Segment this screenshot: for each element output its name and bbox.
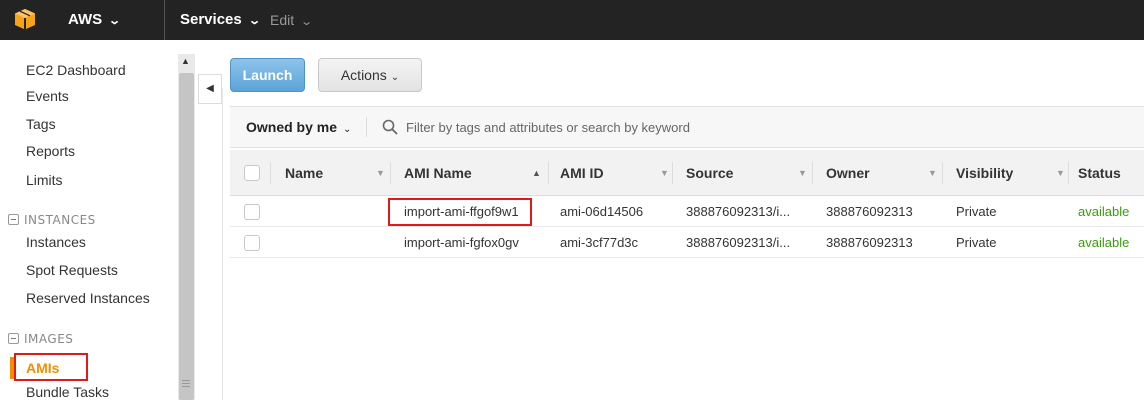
column-separator (812, 162, 813, 184)
column-header-ami-name[interactable]: AMI Name (404, 150, 472, 196)
sidebar-item-tags[interactable]: Tags (26, 116, 56, 132)
sidebar-section-instances[interactable]: INSTANCES (8, 213, 96, 227)
scroll-up-arrow-icon[interactable]: ▲ (181, 56, 190, 66)
sort-icon[interactable]: ▼ (1056, 150, 1065, 196)
sidebar-scrollbar-thumb[interactable] (179, 73, 194, 400)
collapse-icon (8, 333, 19, 344)
sidebar-item-instances[interactable]: Instances (26, 234, 86, 250)
row-checkbox[interactable] (244, 204, 260, 220)
edit-menu-label: Edit (270, 12, 295, 28)
column-header-name[interactable]: Name (285, 150, 323, 196)
cell-ami-id: ami-06d14506 (560, 204, 644, 219)
chevron-left-icon: ◀ (206, 83, 214, 94)
filter-separator (366, 117, 367, 137)
collapse-icon (8, 214, 19, 225)
cell-status: available (1078, 235, 1130, 250)
column-header-visibility[interactable]: Visibility (956, 150, 1013, 196)
sort-icon[interactable]: ▼ (660, 150, 669, 196)
column-separator (390, 162, 391, 184)
launch-button[interactable]: Launch (230, 58, 305, 92)
collapse-sidebar-button[interactable]: ◀ (198, 74, 222, 104)
aws-menu-label: AWS (68, 11, 103, 28)
column-header-source[interactable]: Source (686, 150, 733, 196)
aws-cube-icon[interactable] (14, 8, 36, 30)
services-menu[interactable]: Services ⌄ (180, 0, 261, 40)
cell-status: available (1078, 204, 1130, 219)
sidebar-section-images[interactable]: IMAGES (8, 332, 73, 346)
column-header-owner[interactable]: Owner (826, 150, 870, 196)
column-separator (1068, 162, 1069, 184)
select-all-checkbox[interactable] (244, 165, 260, 181)
column-separator (672, 162, 673, 184)
sidebar: EC2 Dashboard Events Tags Reports Limits… (0, 40, 180, 400)
sidebar-item-spot-requests[interactable]: Spot Requests (26, 262, 118, 278)
column-separator (548, 162, 549, 184)
actions-button-label: Actions (340, 67, 387, 83)
services-menu-label: Services (180, 11, 242, 28)
cell-visibility: Private (956, 204, 997, 219)
top-navigation-bar: AWS ⌄ Services ⌄ Edit ⌄ (0, 0, 1144, 40)
table-row[interactable]: import-ami-ffgof9w1 ami-06d14506 3888760… (230, 197, 1144, 227)
sort-icon[interactable]: ▼ (928, 150, 937, 196)
edit-menu[interactable]: Edit ⌄ (270, 0, 314, 40)
sidebar-section-label: INSTANCES (24, 213, 96, 227)
table-row[interactable]: import-ami-fgfox0gv ami-3cf77d3c 3888760… (230, 228, 1144, 258)
highlight-box-ami-name (388, 198, 532, 226)
chevron-down-icon: ⌄ (390, 72, 400, 83)
sort-ascending-icon[interactable]: ▲ (532, 150, 541, 196)
aws-menu[interactable]: AWS ⌄ (68, 0, 122, 40)
sidebar-item-reports[interactable]: Reports (26, 143, 75, 159)
column-separator (270, 162, 271, 184)
sidebar-item-reserved-instances[interactable]: Reserved Instances (26, 290, 150, 306)
sidebar-item-limits[interactable]: Limits (26, 172, 63, 188)
cell-visibility: Private (956, 235, 997, 250)
cell-owner: 388876092313 (826, 204, 913, 219)
sort-icon[interactable]: ▼ (798, 150, 807, 196)
row-checkbox[interactable] (244, 235, 260, 251)
sidebar-item-events[interactable]: Events (26, 88, 69, 104)
column-header-ami-id[interactable]: AMI ID (560, 150, 604, 196)
owner-filter-dropdown[interactable]: Owned by me ⌄ (246, 107, 351, 147)
highlight-box-amis (14, 353, 88, 381)
chevron-down-icon: ⌄ (300, 16, 314, 28)
cell-ami-name: import-ami-fgfox0gv (404, 235, 519, 250)
actions-button[interactable]: Actions ⌄ (318, 58, 422, 92)
scrollbar-grip-icon (182, 380, 190, 389)
filter-bar: Owned by me ⌄ (230, 106, 1144, 148)
table-header: Name ▼ AMI Name ▲ AMI ID ▼ Source ▼ Owne… (230, 150, 1144, 196)
chevron-down-icon: ⌄ (343, 124, 352, 135)
chevron-down-icon: ⌄ (247, 15, 261, 27)
sort-icon[interactable]: ▼ (376, 150, 385, 196)
column-separator (942, 162, 943, 184)
cell-ami-id: ami-3cf77d3c (560, 235, 639, 250)
content-divider (222, 88, 223, 400)
sidebar-item-ec2-dashboard[interactable]: EC2 Dashboard (26, 62, 126, 78)
search-input[interactable] (380, 113, 1120, 141)
sidebar-item-bundle-tasks[interactable]: Bundle Tasks (26, 384, 109, 400)
cell-owner: 388876092313 (826, 235, 913, 250)
column-header-status[interactable]: Status (1078, 150, 1121, 196)
owner-filter-label: Owned by me (246, 119, 338, 135)
nav-divider (164, 0, 165, 40)
chevron-down-icon: ⌄ (108, 15, 122, 27)
cell-source: 388876092313/i... (686, 235, 791, 250)
sidebar-section-label: IMAGES (24, 332, 74, 346)
cell-source: 388876092313/i... (686, 204, 791, 219)
